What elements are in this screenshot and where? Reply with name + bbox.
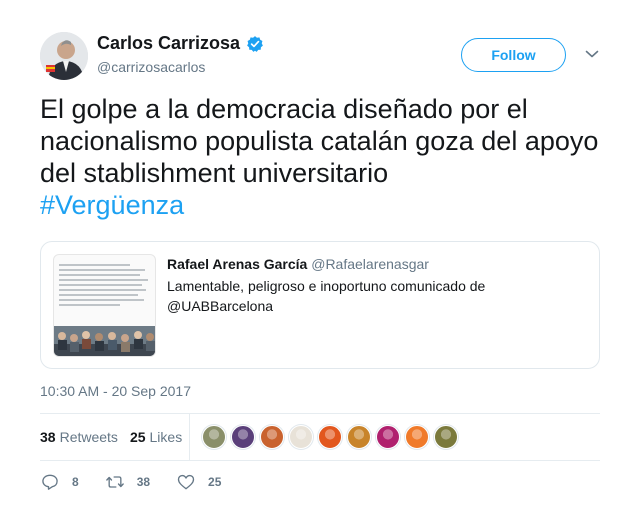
liker-avatar[interactable] bbox=[434, 425, 458, 449]
heart-icon bbox=[177, 474, 195, 490]
crowd-photo bbox=[54, 326, 155, 356]
chevron-down-icon[interactable] bbox=[585, 49, 599, 59]
hashtag-link[interactable]: #Vergüenza bbox=[40, 190, 184, 220]
quoted-author-handle: @Rafaelarenasgar bbox=[311, 256, 429, 272]
liker-avatar[interactable] bbox=[318, 425, 342, 449]
likes-label[interactable]: Likes bbox=[150, 429, 183, 445]
reply-action[interactable]: 8 bbox=[40, 472, 79, 492]
liker-avatar[interactable] bbox=[260, 425, 284, 449]
tweet-header: Carlos Carrizosa @carrizosacarlos Follow bbox=[40, 30, 600, 84]
author-info: Carlos Carrizosa @carrizosacarlos bbox=[97, 33, 264, 75]
quoted-tweet-image bbox=[53, 254, 156, 357]
liker-avatar[interactable] bbox=[202, 425, 226, 449]
liker-avatar[interactable] bbox=[376, 425, 400, 449]
author-handle[interactable]: @carrizosacarlos bbox=[97, 59, 264, 75]
quoted-tweet-text: Lamentable, peligroso e inoportuno comun… bbox=[167, 278, 486, 314]
quoted-tweet-body: Rafael Arenas García @Rafaelarenasgar La… bbox=[167, 256, 587, 316]
quoted-tweet[interactable]: Rafael Arenas García @Rafaelarenasgar La… bbox=[40, 241, 600, 369]
follow-button[interactable]: Follow bbox=[461, 38, 566, 72]
tweet-actions: 8 38 25 bbox=[40, 472, 247, 492]
liker-avatar[interactable] bbox=[289, 425, 313, 449]
tweet-stats: 38 Retweets 25 Likes bbox=[40, 413, 600, 461]
retweets-count[interactable]: 38 bbox=[40, 429, 56, 445]
verified-badge-icon bbox=[247, 35, 263, 52]
retweets-label[interactable]: Retweets bbox=[60, 429, 118, 445]
liker-avatar[interactable] bbox=[347, 425, 371, 449]
reply-icon bbox=[42, 474, 58, 490]
liker-avatar[interactable] bbox=[405, 425, 429, 449]
retweet-action[interactable]: 38 bbox=[105, 472, 150, 492]
retweet-icon bbox=[105, 476, 124, 488]
author-name[interactable]: Carlos Carrizosa bbox=[97, 33, 240, 54]
like-action[interactable]: 25 bbox=[176, 472, 221, 492]
tweet-body: El golpe a la democracia diseñado por el… bbox=[40, 94, 599, 188]
author-avatar[interactable] bbox=[40, 32, 88, 80]
likers-avatars bbox=[202, 425, 458, 449]
reply-count: 8 bbox=[72, 475, 79, 489]
stats-divider bbox=[189, 414, 190, 460]
liker-avatar[interactable] bbox=[231, 425, 255, 449]
likes-count[interactable]: 25 bbox=[130, 429, 146, 445]
retweet-count: 38 bbox=[136, 475, 151, 489]
quoted-author-name: Rafael Arenas García bbox=[167, 256, 308, 272]
like-count: 25 bbox=[208, 475, 222, 489]
tweet-text: El golpe a la democracia diseñado por el… bbox=[40, 93, 600, 221]
avatar-photo bbox=[40, 32, 88, 80]
tweet-timestamp[interactable]: 10:30 AM - 20 Sep 2017 bbox=[40, 383, 191, 399]
